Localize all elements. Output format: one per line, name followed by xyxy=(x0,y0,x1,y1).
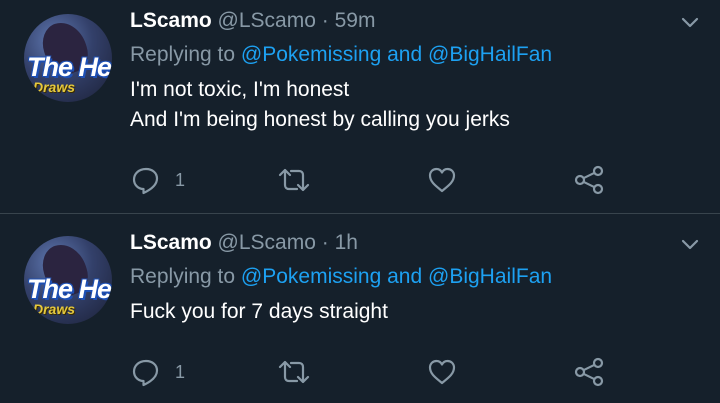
retweet-button[interactable] xyxy=(276,357,312,387)
tweet-actions: 1 xyxy=(0,163,720,197)
reply-count: 1 xyxy=(175,170,186,190)
avatar[interactable]: The He Draws xyxy=(24,236,112,324)
like-button[interactable] xyxy=(426,165,458,195)
mention-link[interactable]: @Pokemissing xyxy=(241,265,381,288)
heart-icon xyxy=(428,167,456,193)
tweet-header: LScamo @LScamo · 59m xyxy=(130,8,375,34)
reply-icon xyxy=(132,359,159,387)
tweet-text-line: And I'm being honest by calling you jerk… xyxy=(130,108,510,131)
dot-separator: · xyxy=(321,231,329,254)
reply-button[interactable]: 1 xyxy=(130,165,200,195)
mention-link[interactable]: @BigHailFan xyxy=(428,43,552,66)
avatar-logo-subtext: Draws xyxy=(33,79,76,95)
avatar-logo-text: The He xyxy=(27,274,112,304)
replying-to: Replying to @Pokemissing and @BigHailFan xyxy=(130,42,552,68)
replying-to-label: Replying to xyxy=(130,265,236,288)
reply-button[interactable]: 1 xyxy=(130,357,200,387)
handle[interactable]: @LScamo xyxy=(218,231,316,254)
handle[interactable]: @LScamo xyxy=(218,9,316,32)
timestamp[interactable]: 1h xyxy=(335,231,358,254)
retweet-icon xyxy=(278,360,310,384)
replying-and[interactable]: and xyxy=(387,265,422,288)
share-icon xyxy=(574,357,604,387)
mention-link[interactable]: @BigHailFan xyxy=(428,265,552,288)
display-name[interactable]: LScamo xyxy=(130,9,212,32)
replying-and[interactable]: and xyxy=(387,43,422,66)
heart-icon xyxy=(428,359,456,385)
tweet-header: LScamo @LScamo · 1h xyxy=(130,230,358,256)
mention-link[interactable]: @Pokemissing xyxy=(241,43,381,66)
avatar[interactable]: The He Draws xyxy=(24,14,112,102)
retweet-icon xyxy=(278,168,310,192)
timestamp[interactable]: 59m xyxy=(335,9,376,32)
dot-separator: · xyxy=(321,9,329,32)
share-icon xyxy=(574,165,604,195)
retweet-button[interactable] xyxy=(276,165,312,195)
tweet-actions: 1 xyxy=(0,355,720,389)
avatar-logo-text: The He xyxy=(27,52,112,82)
chevron-down-icon[interactable] xyxy=(680,16,700,30)
replying-to-label: Replying to xyxy=(130,43,236,66)
replying-to: Replying to @Pokemissing and @BigHailFan xyxy=(130,264,552,290)
share-button[interactable] xyxy=(572,357,606,387)
chevron-down-icon[interactable] xyxy=(680,238,700,252)
tweet-text-line: Fuck you for 7 days straight xyxy=(130,300,388,323)
avatar-logo-subtext: Draws xyxy=(33,301,76,317)
tweet-text: Fuck you for 7 days straight xyxy=(130,297,388,327)
share-button[interactable] xyxy=(572,165,606,195)
reply-count: 1 xyxy=(175,362,186,382)
tweet-text-line: I'm not toxic, I'm honest xyxy=(130,78,350,101)
display-name[interactable]: LScamo xyxy=(130,231,212,254)
tweet-text: I'm not toxic, I'm honest And I'm being … xyxy=(130,75,510,135)
reply-icon xyxy=(132,167,159,195)
like-button[interactable] xyxy=(426,357,458,387)
